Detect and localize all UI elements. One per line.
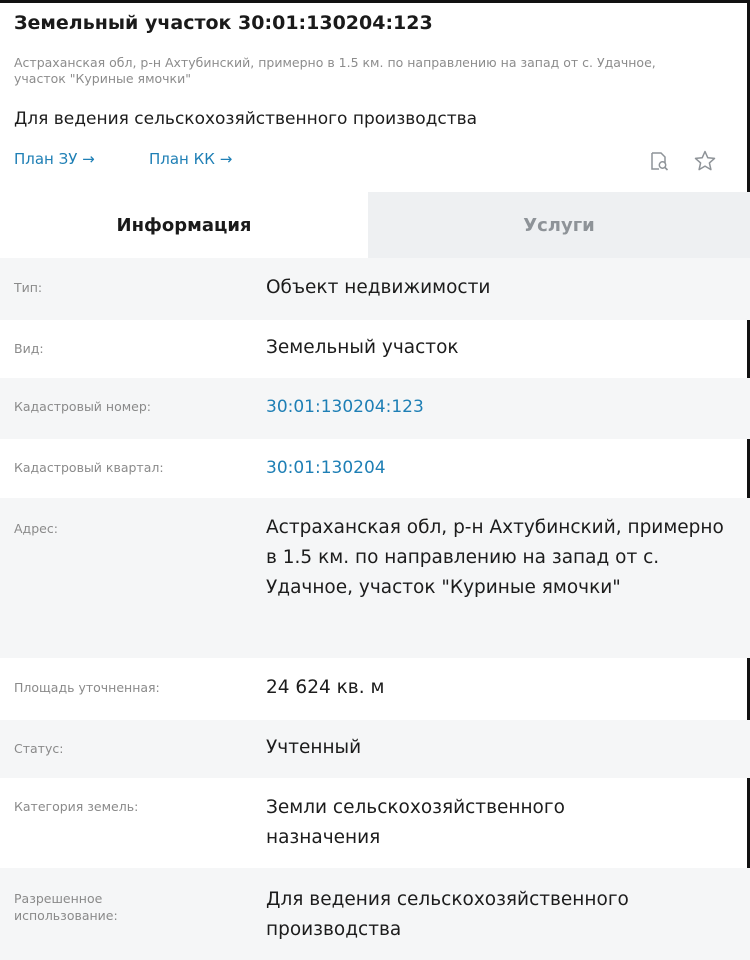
detail-value: Учтенный (266, 737, 362, 758)
cadastral-quarter-link[interactable]: 30:01:130204 (266, 453, 736, 483)
detail-label: Вид: (14, 341, 44, 356)
detail-label-line1: Разрешенное (14, 891, 103, 906)
detail-label: Кадастровый квартал: (14, 460, 164, 475)
page-title: Земельный участок 30:01:130204:123 (14, 12, 433, 34)
plan-zu-link[interactable]: План ЗУ → (14, 150, 95, 168)
detail-value: Астраханская обл, р-н Ахтубинский, приме… (266, 517, 724, 598)
detail-label: Категория земель: (14, 799, 139, 814)
star-icon[interactable] (692, 148, 718, 174)
tab-bar: Информация Услуги (0, 192, 750, 258)
detail-value: Объект недвижимости (266, 277, 491, 298)
detail-label: Статус: (14, 741, 64, 756)
header-purpose: Для ведения сельскохозяйственного произв… (14, 109, 478, 129)
tab-information[interactable]: Информация (0, 192, 368, 258)
detail-row-area: Площадь уточненная: 24 624 кв. м (0, 658, 750, 720)
detail-row-cadastral-quarter: Кадастровый квартал: 30:01:130204 (0, 439, 750, 498)
detail-row-address: Адрес: Астраханская обл, р-н Ахтубинский… (0, 498, 750, 658)
tab-services[interactable]: Услуги (368, 192, 750, 258)
cadastral-number-link[interactable]: 30:01:130204:123 (266, 392, 736, 422)
detail-row-type: Тип: Объект недвижимости (0, 258, 750, 320)
parcel-header: Земельный участок 30:01:130204:123 Астра… (14, 0, 734, 192)
detail-label: Тип: (14, 280, 43, 295)
detail-label: Разрешенное использование: (14, 890, 234, 924)
detail-label: Адрес: (14, 521, 58, 536)
document-preview-icon[interactable] (646, 148, 672, 174)
header-address: Астраханская обл, р-н Ахтубинский, приме… (14, 55, 656, 86)
plan-kk-link[interactable]: План КК → (149, 150, 232, 168)
detail-row-status: Статус: Учтенный (0, 720, 750, 778)
detail-row-land-category: Категория земель: Земли сельскохозяйстве… (0, 778, 750, 868)
detail-label: Кадастровый номер: (14, 399, 151, 414)
detail-value: Земельный участок (266, 337, 459, 358)
detail-row-cadastral-number: Кадастровый номер: 30:01:130204:123 (0, 378, 750, 439)
detail-value: 24 624 кв. м (266, 677, 385, 698)
detail-label-line2: использование: (14, 908, 118, 923)
detail-value: Земли сельскохозяйственного назначения (266, 797, 565, 848)
detail-row-permitted-use: Разрешенное использование: Для ведения с… (0, 868, 750, 960)
detail-row-kind: Вид: Земельный участок (0, 320, 750, 378)
detail-label: Площадь уточненная: (14, 680, 160, 695)
detail-value: Для ведения сельскохозяйственного произв… (266, 889, 629, 940)
